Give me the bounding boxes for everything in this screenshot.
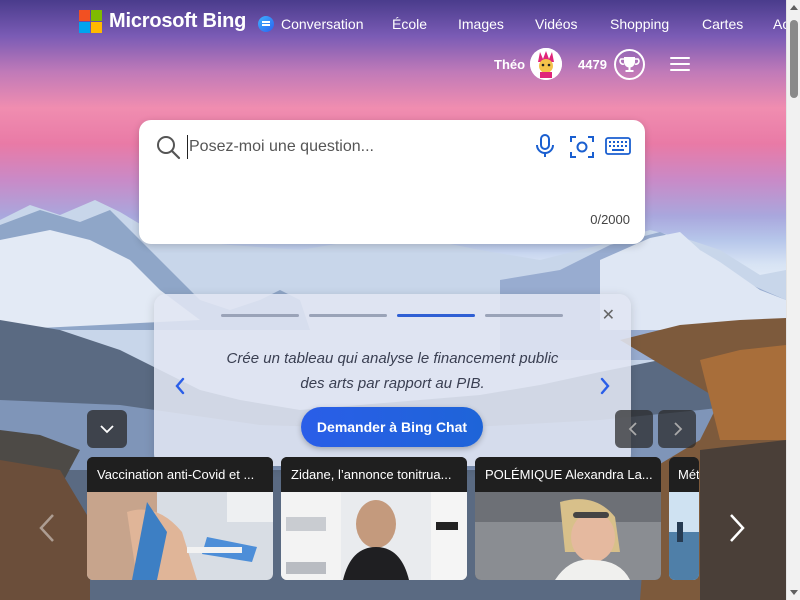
search-input[interactable] bbox=[187, 135, 517, 159]
nav-item-videos[interactable]: Vidéos bbox=[535, 16, 578, 32]
news-card[interactable]: Zidane, l’annonce tonitrua... bbox=[281, 457, 467, 580]
keyboard-icon[interactable] bbox=[605, 136, 631, 161]
feed-next-button[interactable] bbox=[658, 410, 696, 448]
scroll-thumb[interactable] bbox=[790, 20, 798, 98]
news-card-image bbox=[87, 492, 273, 580]
hamburger-menu-icon[interactable] bbox=[670, 57, 690, 71]
news-card-image bbox=[281, 492, 467, 580]
chevron-down-icon bbox=[100, 425, 114, 434]
suggestion-line-1: Crée un tableau qui analyse le financeme… bbox=[226, 350, 559, 367]
progress-step bbox=[221, 314, 299, 317]
chat-suggestion-card: ✕ Crée un tableau qui analyse le finance… bbox=[154, 294, 631, 466]
scroll-up-arrow-icon[interactable] bbox=[790, 5, 798, 10]
brand-name: Microsoft Bing bbox=[109, 10, 247, 32]
chat-icon bbox=[258, 16, 274, 32]
bing-logo[interactable]: Microsoft Bing bbox=[79, 10, 246, 33]
carousel-next-icon[interactable] bbox=[728, 512, 746, 549]
chevron-left-icon[interactable] bbox=[174, 377, 186, 400]
news-card[interactable]: Mét bbox=[669, 457, 699, 580]
progress-step-active bbox=[397, 314, 475, 317]
suggestion-line-2: des arts par rapport au PIB. bbox=[300, 375, 485, 392]
collapse-feed-button[interactable] bbox=[87, 410, 127, 448]
feed-prev-button[interactable] bbox=[615, 410, 653, 448]
progress-step bbox=[309, 314, 387, 317]
suggestion-progress bbox=[221, 314, 563, 317]
visual-search-icon[interactable] bbox=[569, 134, 595, 165]
avatar[interactable] bbox=[530, 48, 562, 80]
search-box: 0/2000 bbox=[139, 120, 645, 244]
nav-item-images[interactable]: Images bbox=[458, 16, 504, 32]
character-counter: 0/2000 bbox=[590, 212, 630, 227]
suggestion-text: Crée un tableau qui analyse le financeme… bbox=[204, 346, 581, 396]
chevron-right-icon[interactable] bbox=[599, 377, 611, 400]
carousel-prev-icon[interactable] bbox=[38, 512, 56, 549]
rewards-points[interactable]: 4479 bbox=[578, 57, 607, 72]
avatar-image bbox=[530, 48, 562, 80]
chevron-left-icon bbox=[628, 422, 637, 436]
news-card-title: POLÉMIQUE Alexandra La... bbox=[475, 457, 661, 492]
nav-item-cartes[interactable]: Cartes bbox=[702, 16, 743, 32]
search-icon bbox=[155, 134, 181, 165]
ask-bing-chat-button[interactable]: Demander à Bing Chat bbox=[301, 407, 483, 447]
chevron-right-icon bbox=[674, 422, 683, 436]
news-card-title: Vaccination anti-Covid et ... bbox=[87, 457, 273, 492]
user-name[interactable]: Théo bbox=[494, 57, 525, 72]
news-card-image bbox=[475, 492, 661, 580]
microphone-icon[interactable] bbox=[534, 133, 556, 164]
scroll-down-arrow-icon[interactable] bbox=[790, 590, 798, 595]
news-card[interactable]: Vaccination anti-Covid et ... bbox=[87, 457, 273, 580]
progress-step bbox=[485, 314, 563, 317]
vertical-scrollbar[interactable] bbox=[786, 0, 800, 600]
nav-label-conversation: Conversation bbox=[281, 16, 364, 32]
news-card-title: Mét bbox=[669, 457, 699, 492]
rewards-trophy-icon[interactable] bbox=[614, 49, 645, 80]
close-icon[interactable]: ✕ bbox=[602, 308, 615, 324]
news-card[interactable]: POLÉMIQUE Alexandra La... bbox=[475, 457, 661, 580]
news-card-title: Zidane, l’annonce tonitrua... bbox=[281, 457, 467, 492]
nav-item-shopping[interactable]: Shopping bbox=[610, 16, 669, 32]
microsoft-logo-icon bbox=[79, 10, 102, 33]
nav-item-ecole[interactable]: École bbox=[392, 16, 427, 32]
news-card-image bbox=[669, 492, 699, 580]
nav-item-conversation[interactable]: Conversation bbox=[258, 16, 364, 34]
